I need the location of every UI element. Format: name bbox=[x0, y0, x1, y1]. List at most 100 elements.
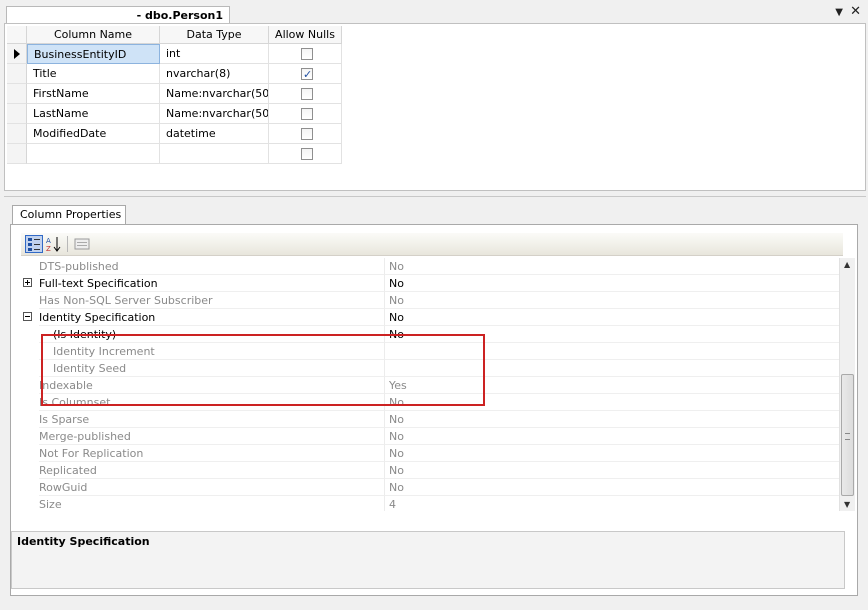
property-value-cell[interactable]: Yes bbox=[385, 377, 839, 394]
property-row[interactable]: Not For Replication No bbox=[21, 445, 839, 462]
allow-nulls-checkbox[interactable] bbox=[301, 148, 313, 160]
column-name-cell[interactable]: FirstName bbox=[27, 84, 160, 104]
property-name-cell: RowGuid bbox=[39, 479, 385, 496]
property-value-cell[interactable]: No bbox=[385, 411, 839, 428]
allow-nulls-checkbox[interactable]: ✓ bbox=[301, 68, 313, 81]
property-name-cell: Identity Specification bbox=[39, 309, 385, 326]
property-value-cell[interactable]: No bbox=[385, 309, 839, 326]
table-designer: Column Name Data Type Allow Nulls Busine… bbox=[4, 23, 866, 191]
property-row[interactable]: Is Columnset No bbox=[21, 394, 839, 411]
property-name-cell: Is Sparse bbox=[39, 411, 385, 428]
column-name-cell[interactable]: LastName bbox=[27, 104, 160, 124]
property-value: No bbox=[389, 294, 404, 307]
property-name-cell: Has Non-SQL Server Subscriber bbox=[39, 292, 385, 309]
data-type-cell[interactable]: Name:nvarchar(50) bbox=[160, 84, 269, 104]
property-value-cell[interactable]: No bbox=[385, 479, 839, 496]
expand-plus-icon[interactable] bbox=[23, 278, 32, 287]
property-row[interactable]: Replicated No bbox=[21, 462, 839, 479]
row-selector[interactable] bbox=[7, 44, 27, 64]
window-list-dropdown-icon[interactable]: ▼ bbox=[835, 7, 843, 18]
property-value: No bbox=[389, 396, 404, 409]
row-selector[interactable] bbox=[7, 84, 27, 104]
property-name-cell: Is Columnset bbox=[39, 394, 385, 411]
categorized-button[interactable] bbox=[25, 235, 43, 253]
property-row[interactable]: RowGuid No bbox=[21, 479, 839, 496]
property-row[interactable]: Identity Increment bbox=[21, 343, 839, 360]
row-selector-header bbox=[7, 26, 27, 44]
data-type-header: Data Type bbox=[160, 26, 269, 44]
property-description-pane: Identity Specification bbox=[11, 531, 845, 589]
allow-nulls-checkbox[interactable] bbox=[301, 108, 313, 120]
collapse-minus-icon[interactable] bbox=[23, 312, 32, 321]
property-value-cell[interactable]: 4 bbox=[385, 496, 839, 511]
property-value-cell[interactable]: No bbox=[385, 428, 839, 445]
property-name: RowGuid bbox=[39, 481, 88, 494]
checkmark-icon: ✓ bbox=[303, 68, 313, 81]
allow-nulls-checkbox[interactable] bbox=[301, 88, 313, 100]
column-name-cell[interactable]: Title bbox=[27, 64, 160, 84]
property-grid-scrollbar[interactable]: ▲ ▼ bbox=[839, 258, 855, 511]
data-type-cell[interactable]: int bbox=[160, 44, 269, 64]
property-name: Identity Specification bbox=[39, 311, 156, 324]
property-value-cell[interactable]: No bbox=[385, 292, 839, 309]
allow-nulls-checkbox[interactable] bbox=[301, 128, 313, 140]
document-tab[interactable]: - dbo.Person1 bbox=[6, 6, 230, 24]
property-name-cell: DTS-published bbox=[39, 258, 385, 275]
property-row[interactable]: Full-text Specification No bbox=[21, 275, 839, 292]
property-row[interactable]: Merge-published No bbox=[21, 428, 839, 445]
property-row[interactable]: DTS-published No bbox=[21, 258, 839, 275]
property-name: Has Non-SQL Server Subscriber bbox=[39, 294, 213, 307]
property-name-cell: Full-text Specification bbox=[39, 275, 385, 292]
data-type-cell[interactable]: datetime bbox=[160, 124, 269, 144]
properties-toolbar: A Z bbox=[21, 233, 843, 256]
property-row[interactable]: Size 4 bbox=[21, 496, 839, 511]
property-value-cell[interactable]: No bbox=[385, 445, 839, 462]
property-value-cell[interactable] bbox=[385, 360, 839, 377]
property-row[interactable]: Has Non-SQL Server Subscriber No bbox=[21, 292, 839, 309]
data-type-cell[interactable] bbox=[160, 144, 269, 164]
property-row[interactable]: Identity Seed bbox=[21, 360, 839, 377]
property-row[interactable]: Identity Specification No bbox=[21, 309, 839, 326]
property-value-cell[interactable] bbox=[385, 343, 839, 360]
toolbar-separator bbox=[67, 236, 68, 252]
property-value: No bbox=[389, 311, 404, 324]
scroll-up-icon[interactable]: ▲ bbox=[844, 260, 850, 269]
property-value-cell[interactable]: No bbox=[385, 462, 839, 479]
column-name-cell[interactable]: ModifiedDate bbox=[27, 124, 160, 144]
data-type-cell[interactable]: Name:nvarchar(50) bbox=[160, 104, 269, 124]
close-icon[interactable]: ✕ bbox=[850, 4, 861, 19]
property-value-cell[interactable]: No bbox=[385, 258, 839, 275]
allow-nulls-checkbox[interactable] bbox=[301, 48, 313, 60]
property-name: Identity Increment bbox=[53, 345, 155, 358]
sort-az-icon: A Z bbox=[46, 237, 61, 253]
property-pages-button[interactable] bbox=[73, 235, 91, 253]
column-name-cell[interactable] bbox=[27, 144, 160, 164]
scroll-down-icon[interactable]: ▼ bbox=[844, 500, 850, 509]
property-row[interactable]: Indexable Yes bbox=[21, 377, 839, 394]
property-value-cell[interactable]: No bbox=[385, 275, 839, 292]
property-name-cell: (Is Identity) bbox=[39, 326, 385, 343]
data-type-cell[interactable]: nvarchar(8) bbox=[160, 64, 269, 84]
property-row[interactable]: (Is Identity) No bbox=[21, 326, 839, 343]
scrollbar-thumb[interactable] bbox=[841, 374, 854, 496]
svg-text:Z: Z bbox=[46, 245, 51, 253]
row-selector[interactable] bbox=[7, 104, 27, 124]
property-name: (Is Identity) bbox=[53, 328, 117, 341]
property-name: Not For Replication bbox=[39, 447, 144, 460]
property-value: No bbox=[389, 277, 404, 290]
tab-column-properties[interactable]: Column Properties bbox=[12, 205, 126, 225]
property-value-cell[interactable]: No bbox=[385, 394, 839, 411]
document-tab-bar: - dbo.Person1 ▼ ✕ bbox=[0, 0, 868, 24]
property-name-cell: Identity Increment bbox=[39, 343, 385, 360]
property-name: Size bbox=[39, 498, 62, 511]
current-row-arrow-icon bbox=[14, 49, 20, 59]
property-grid: DTS-published No Full-text Specification No… bbox=[21, 258, 839, 511]
property-row[interactable]: Is Sparse No bbox=[21, 411, 839, 428]
column-name-header: Column Name bbox=[27, 26, 160, 44]
row-selector[interactable] bbox=[7, 64, 27, 84]
row-selector[interactable] bbox=[7, 144, 27, 164]
property-value-cell[interactable]: No bbox=[385, 326, 839, 343]
column-name-cell[interactable]: BusinessEntityID bbox=[27, 44, 160, 64]
row-selector[interactable] bbox=[7, 124, 27, 144]
alphabetical-button[interactable]: A Z bbox=[45, 235, 63, 253]
